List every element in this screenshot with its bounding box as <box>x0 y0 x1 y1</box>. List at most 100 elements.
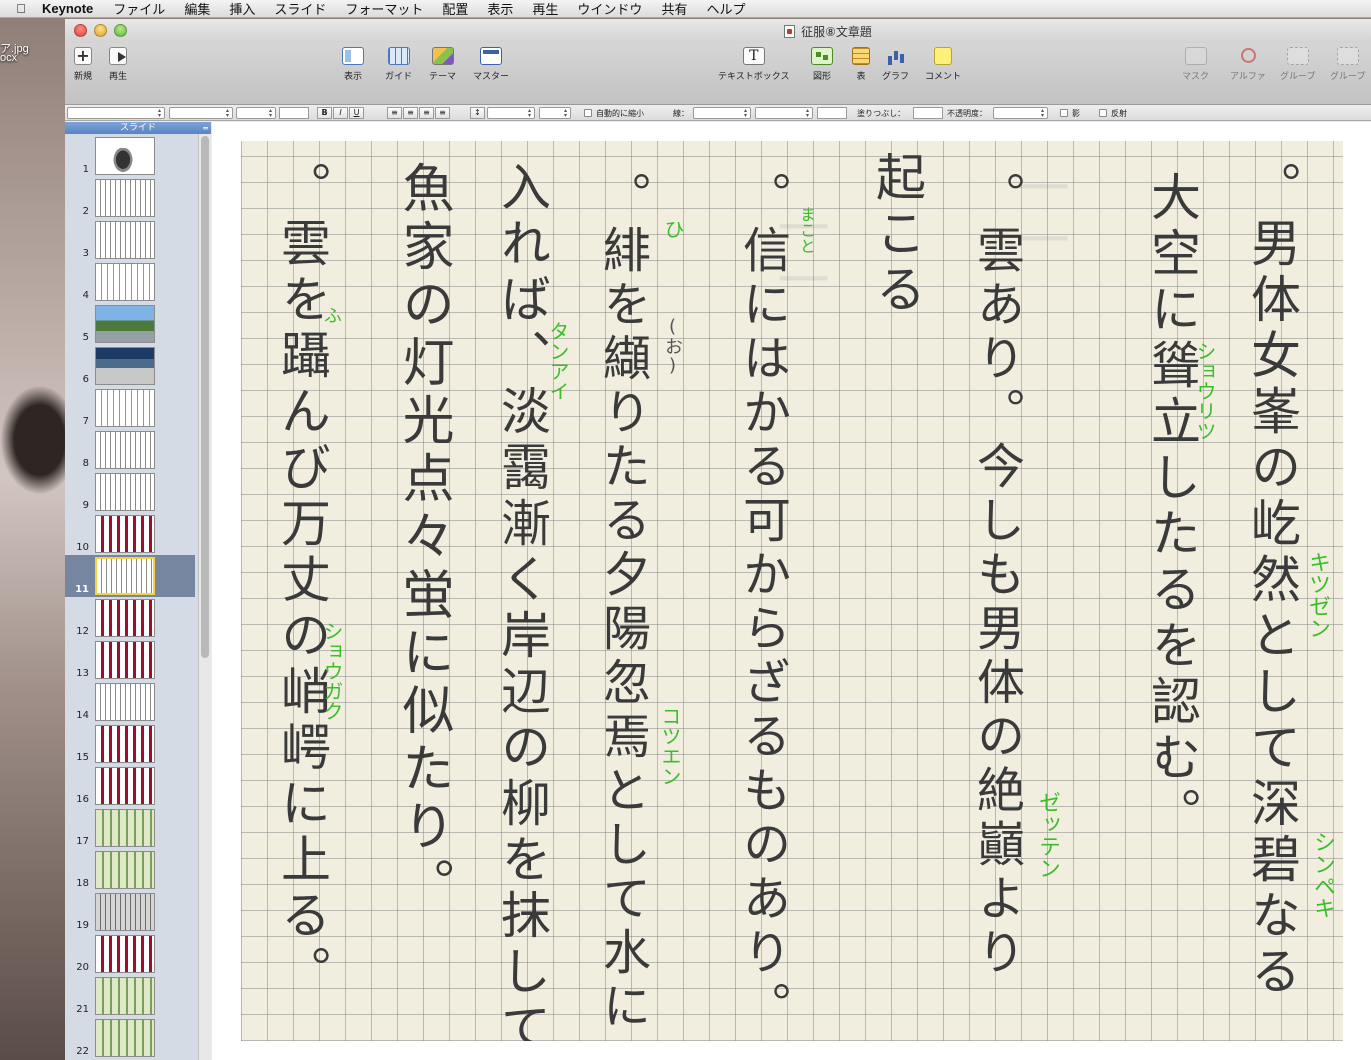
align-right-button[interactable]: ≡ <box>419 107 434 119</box>
menu-slide[interactable]: スライド <box>274 0 326 18</box>
slide-thumbnail-row[interactable]: 13 <box>65 639 195 681</box>
line-style-select[interactable] <box>693 107 751 119</box>
slide-thumbnail[interactable] <box>95 977 155 1015</box>
slide-thumbnail[interactable] <box>95 347 155 385</box>
line-color-well[interactable] <box>817 107 847 119</box>
slide-thumbnail[interactable] <box>95 137 155 175</box>
slide-thumbnail[interactable] <box>95 683 155 721</box>
slide-thumbnail-row[interactable]: 18 <box>65 849 195 891</box>
desktop-file-docx[interactable]: ocx <box>0 52 17 64</box>
slide-thumbnail[interactable] <box>95 221 155 259</box>
zoom-button[interactable] <box>114 24 127 37</box>
shadow-checkbox[interactable] <box>1060 109 1068 117</box>
align-left-button[interactable]: ≡ <box>387 107 402 119</box>
alpha-button[interactable]: アルファ <box>1230 47 1266 82</box>
slide-thumbnail[interactable] <box>95 263 155 301</box>
slide-thumbnail-row[interactable]: 22 <box>65 1017 195 1059</box>
slide-thumbnail-row[interactable]: 7 <box>65 387 195 429</box>
slide-thumbnail-row[interactable]: 16 <box>65 765 195 807</box>
table-button[interactable]: 表 <box>852 47 870 82</box>
comment-button[interactable]: コメント <box>925 47 961 82</box>
title-bar[interactable]: 征服⑧文章題 <box>65 19 1371 43</box>
opacity-select[interactable] <box>993 107 1048 119</box>
slide-thumbnail-row[interactable]: 15 <box>65 723 195 765</box>
reflection-checkbox[interactable] <box>1099 109 1107 117</box>
minimize-button[interactable] <box>94 24 107 37</box>
underline-button[interactable]: U <box>349 107 364 119</box>
slide-thumbnail-row[interactable]: 10 <box>65 513 195 555</box>
slide-canvas[interactable]: 一一 一一 。男体女峯の屹然として深碧なる 大空に聳立したるを認む。 。雲あり。… <box>212 122 1371 1060</box>
slide-thumbnail-row[interactable]: 17 <box>65 807 195 849</box>
bold-button[interactable]: B <box>317 107 332 119</box>
style-select[interactable] <box>67 107 165 119</box>
align-center-button[interactable]: ≡ <box>403 107 418 119</box>
slide-thumbnail[interactable] <box>95 179 155 217</box>
slide-thumbnail-row[interactable]: 6 <box>65 345 195 387</box>
slide-thumbnail-row[interactable]: 3 <box>65 219 195 261</box>
slide-thumbnail-row[interactable]: 12 <box>65 597 195 639</box>
slide-thumbnail[interactable] <box>95 515 155 553</box>
slide-thumbnail[interactable] <box>95 557 155 595</box>
font-family-select[interactable] <box>169 107 233 119</box>
view-button[interactable]: 表示 <box>342 47 364 82</box>
guide-button[interactable]: ガイド <box>385 47 412 82</box>
navigator-scrollbar[interactable] <box>198 134 211 1060</box>
text-color-well[interactable] <box>279 107 309 119</box>
slide-thumbnail[interactable] <box>95 389 155 427</box>
menu-share[interactable]: 共有 <box>661 0 687 18</box>
line-width-select[interactable] <box>755 107 813 119</box>
justify-button[interactable]: ≡ <box>435 107 450 119</box>
current-slide[interactable]: 一一 一一 。男体女峯の屹然として深碧なる 大空に聳立したるを認む。 。雲あり。… <box>241 141 1343 1041</box>
menu-edit[interactable]: 編集 <box>184 0 210 18</box>
line-spacing-select[interactable] <box>487 107 535 119</box>
slide-thumbnail-row[interactable]: 1 <box>65 135 195 177</box>
navigator-scroll-thumb[interactable] <box>201 136 209 658</box>
menu-file[interactable]: ファイル <box>113 0 165 18</box>
master-button[interactable]: マスター <box>473 47 509 82</box>
slide-thumbnail[interactable] <box>95 599 155 637</box>
menu-insert[interactable]: 挿入 <box>229 0 255 18</box>
shrink-checkbox[interactable] <box>584 109 592 117</box>
slide-thumbnail[interactable] <box>95 641 155 679</box>
chart-button[interactable]: グラフ <box>882 47 909 82</box>
slide-thumbnail[interactable] <box>95 851 155 889</box>
menu-help[interactable]: ヘルプ <box>706 0 745 18</box>
menu-arrange[interactable]: 配置 <box>442 0 468 18</box>
theme-button[interactable]: テーマ <box>429 47 456 82</box>
menu-window[interactable]: ウインドウ <box>577 0 642 18</box>
mask-button[interactable]: マスク <box>1182 47 1209 82</box>
textbox-button[interactable]: テキストボックス <box>718 47 789 82</box>
slide-thumbnail[interactable] <box>95 473 155 511</box>
slide-thumbnail-row[interactable]: 2 <box>65 177 195 219</box>
columns-select[interactable] <box>539 107 571 119</box>
slide-thumbnail-row[interactable]: 21 <box>65 975 195 1017</box>
ungroup-button[interactable]: グループ <box>1330 47 1365 82</box>
slide-thumbnail-row[interactable]: 19 <box>65 891 195 933</box>
slide-thumbnail[interactable] <box>95 305 155 343</box>
play-button[interactable]: 再生 <box>109 47 127 82</box>
slide-thumbnail-row[interactable]: 8 <box>65 429 195 471</box>
group-button[interactable]: グループ <box>1280 47 1315 82</box>
slide-thumbnail[interactable] <box>95 893 155 931</box>
slide-thumbnail-row[interactable]: 4 <box>65 261 195 303</box>
fill-color-well[interactable] <box>913 107 943 119</box>
slide-thumbnail[interactable] <box>95 1019 155 1057</box>
menu-view[interactable]: 表示 <box>487 0 513 18</box>
line-spacing-button[interactable]: ↕ <box>470 107 485 119</box>
slide-thumbnail-row[interactable]: 5 <box>65 303 195 345</box>
slide-thumbnail-row[interactable]: 20 <box>65 933 195 975</box>
slide-thumbnail[interactable] <box>95 767 155 805</box>
italic-button[interactable]: I <box>333 107 348 119</box>
menu-play[interactable]: 再生 <box>532 0 558 18</box>
slide-thumbnail-row[interactable]: 11 <box>65 555 195 597</box>
slide-thumbnail[interactable] <box>95 725 155 763</box>
close-button[interactable] <box>74 24 87 37</box>
slide-thumbnail-row[interactable]: 9 <box>65 471 195 513</box>
menu-format[interactable]: フォーマット <box>345 0 423 18</box>
apple-menu-icon[interactable]:  <box>0 1 42 16</box>
slide-thumbnail[interactable] <box>95 935 155 973</box>
slide-thumbnail[interactable] <box>95 809 155 847</box>
slide-thumbnail-row[interactable]: 14 <box>65 681 195 723</box>
new-slide-button[interactable]: 新規 <box>74 46 92 82</box>
shape-button[interactable]: 図形 <box>811 47 833 82</box>
